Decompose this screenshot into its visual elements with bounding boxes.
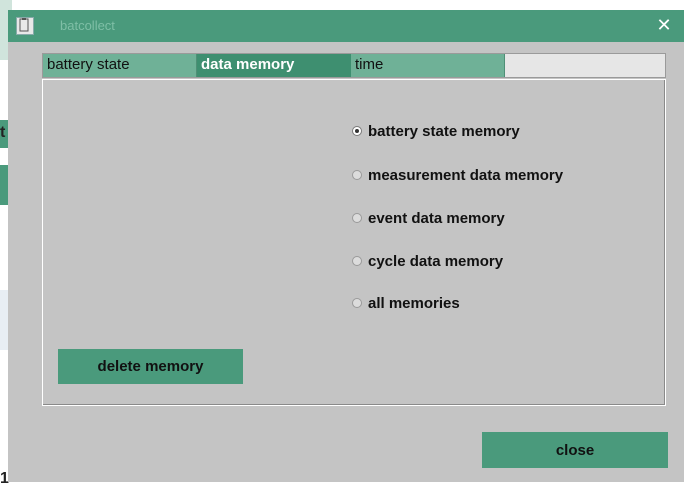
radio-measurement-data-memory[interactable]: measurement data memory (352, 164, 563, 186)
radio-cycle-data-memory[interactable]: cycle data memory (352, 250, 503, 272)
radio-button-icon[interactable] (352, 126, 362, 136)
radio-all-memories[interactable]: all memories (352, 292, 460, 314)
radio-button-icon[interactable] (352, 298, 362, 308)
background-app-text: t (0, 124, 6, 141)
window-title: batcollect (60, 18, 115, 33)
title-bar[interactable]: batcollect ✕ (8, 10, 684, 42)
close-button[interactable]: close (482, 432, 668, 468)
radio-label: measurement data memory (368, 166, 564, 184)
tab-time[interactable]: time (351, 54, 505, 77)
radio-label: battery state memory (368, 122, 520, 140)
tab-bar: battery state data memory time (42, 53, 666, 78)
radio-label: event data memory (368, 209, 505, 227)
tab-data-memory[interactable]: data memory (197, 54, 351, 77)
radio-label: cycle data memory (368, 252, 504, 270)
radio-label: all memories (368, 294, 460, 312)
radio-button-icon[interactable] (352, 170, 362, 180)
app-icon (16, 17, 34, 35)
radio-button-icon[interactable] (352, 213, 362, 223)
radio-event-data-memory[interactable]: event data memory (352, 207, 505, 229)
delete-memory-button[interactable]: delete memory (58, 349, 243, 384)
close-icon[interactable]: ✕ (654, 15, 674, 35)
data-memory-panel: battery state memory measurement data me… (42, 79, 666, 406)
radio-battery-state-memory[interactable]: battery state memory (352, 120, 520, 142)
radio-button-icon[interactable] (352, 256, 362, 266)
tab-battery-state[interactable]: battery state (43, 54, 197, 77)
data-memory-dialog: batcollect ✕ battery state data memory t… (8, 10, 684, 482)
